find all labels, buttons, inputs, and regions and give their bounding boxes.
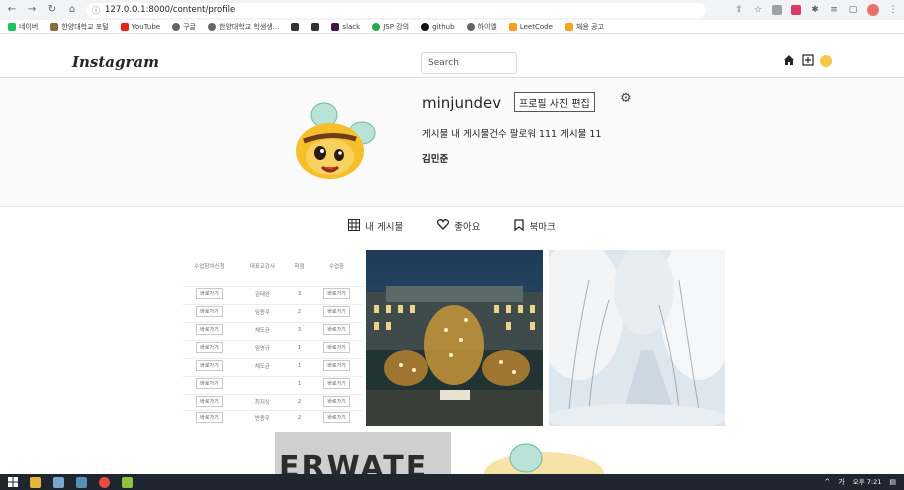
table-row: 바로가기 최지상 2 바로가기 (183, 394, 363, 408)
file-explorer-icon[interactable] (30, 476, 41, 488)
bookmark-item[interactable] (291, 22, 300, 31)
profile-tabs: 내 게시물 좋아요 북마크 (0, 218, 904, 234)
table-row: 바로가기 김태완 3 바로가기 (183, 286, 363, 300)
app-icon[interactable] (76, 476, 87, 488)
extension-icon[interactable] (772, 5, 782, 15)
reading-list-icon[interactable]: ≡ (829, 5, 839, 15)
bookmarks-bar: 네이버 한양대학교 포털 YouTube 구글 한양대학교 학생생... sla… (0, 20, 904, 34)
profile-avatar[interactable] (820, 54, 832, 67)
settings-icon[interactable]: ⚙ (620, 91, 632, 106)
notification-icon[interactable]: ▤ (889, 478, 896, 486)
table-header: 수업참여신청 대표교강사 학점 수업중 (194, 264, 345, 270)
post-thumbnail[interactable] (366, 250, 543, 426)
table-row: 바로가기 임영규 1 바로가기 (183, 340, 363, 354)
bookmark-item[interactable]: slack (331, 22, 360, 31)
menu-icon[interactable]: ⋮ (888, 5, 898, 15)
browser-toolbar: ← → ↻ ⌂ ⓘ 127.0.0.1:8000/content/profile… (0, 0, 904, 20)
instagram-logo[interactable]: Instagram (72, 53, 159, 71)
profile-picture[interactable] (282, 93, 382, 193)
instagram-navbar: Instagram (0, 44, 904, 78)
share-icon[interactable]: ⇪ (734, 5, 744, 15)
tab-my-posts[interactable]: 내 게시물 (348, 218, 403, 234)
table-row: 바로가기 1 바로가기 (183, 376, 363, 390)
bookmark-item[interactable]: 하이엘 (466, 22, 497, 32)
address-bar[interactable]: ⓘ 127.0.0.1:8000/content/profile (86, 2, 706, 18)
bookmark-item[interactable]: 채용 공고 (564, 22, 604, 32)
bookmark-item[interactable]: 한양대학교 학생생... (208, 22, 279, 32)
profile-stats: 게시물 내 게시물건수 팔로워 111 게시물 11 (422, 129, 602, 140)
profile-avatar[interactable] (867, 4, 879, 16)
nav-icons (782, 54, 832, 67)
star-icon[interactable]: ☆ (753, 5, 763, 15)
clock[interactable]: 오후 7:21 (853, 478, 882, 486)
post-thumbnail[interactable] (549, 250, 725, 426)
table-row: 바로가기 임종우 2 바로가기 (183, 304, 363, 318)
jsp-icon (372, 22, 381, 31)
reload-icon[interactable]: ↻ (46, 4, 58, 16)
heart-icon (437, 219, 450, 233)
bookmark-item[interactable]: LeetCode (508, 22, 553, 31)
puzzle-icon[interactable]: ✱ (810, 5, 820, 15)
bookmark-item[interactable]: JSP 강의 (372, 22, 409, 32)
job-icon (564, 22, 573, 31)
naver-icon (8, 22, 16, 31)
bookmark-item[interactable]: github (421, 22, 455, 31)
profile-header: minjundev 프로필 사진 편집 ⚙ 게시물 내 게시물건수 팔로워 11… (0, 79, 904, 207)
youtube-icon (120, 22, 129, 31)
table-row: 바로가기 반종우 2 바로가기 (183, 410, 363, 424)
edit-profile-photo-button[interactable]: 프로필 사진 편집 (514, 92, 595, 112)
os-taskbar: ^ 가 오후 7:21 ▤ (0, 474, 904, 490)
browser-actions: ⇪ ☆ ✱ ≡ ▢ ⋮ (734, 4, 898, 16)
leetcode-icon (508, 22, 517, 31)
system-tray: ^ 가 오후 7:21 ▤ (824, 477, 896, 487)
bookmark-item[interactable] (311, 22, 320, 31)
post-image-text: ERWATE (279, 450, 429, 474)
ime-indicator[interactable]: 가 (838, 477, 844, 487)
bookmark-item[interactable]: 한양대학교 포털 (50, 22, 109, 32)
app-icon[interactable] (53, 476, 64, 488)
app-icon[interactable] (122, 476, 133, 488)
add-post-icon[interactable] (801, 54, 814, 67)
school-icon (50, 22, 59, 31)
home-icon[interactable]: ⌂ (66, 4, 78, 16)
grid-icon (348, 218, 361, 234)
info-icon[interactable]: ⓘ (92, 5, 100, 16)
post-thumbnail[interactable]: ERWATE (275, 432, 451, 474)
globe-icon (172, 22, 181, 31)
forward-icon[interactable]: → (26, 4, 38, 16)
bookmark-item[interactable]: 네이버 (8, 22, 38, 32)
windows-start-icon[interactable] (8, 477, 18, 487)
tab-likes[interactable]: 좋아요 (437, 218, 480, 234)
home-icon[interactable] (782, 54, 795, 67)
bookmark-folder-icon (311, 22, 320, 31)
table-row: 바로가기 채도균 3 바로가기 (183, 322, 363, 336)
table-row: 바로가기 채도균 1 바로가기 (183, 358, 363, 372)
slack-icon (331, 22, 340, 31)
sidebar-icon[interactable]: ▢ (848, 5, 858, 15)
url-text: 127.0.0.1:8000/content/profile (105, 5, 236, 15)
back-icon[interactable]: ← (6, 4, 18, 16)
bookmark-item[interactable]: 구글 (172, 22, 196, 32)
bookmark-icon (514, 218, 525, 234)
bookmark-item[interactable]: YouTube (120, 22, 160, 31)
tray-expand-icon[interactable]: ^ (824, 478, 830, 486)
bookmark-folder-icon (291, 22, 300, 31)
extension-icon[interactable] (791, 5, 801, 15)
github-icon (421, 22, 430, 31)
profile-fullname: 김민준 (422, 154, 449, 165)
search-input[interactable] (421, 52, 517, 74)
chrome-icon[interactable] (99, 476, 110, 488)
globe-icon (466, 22, 475, 31)
post-thumbnail[interactable] (456, 432, 632, 474)
post-thumbnail[interactable]: 수업참여신청 대표교강사 학점 수업중 바로가기 김태완 3 바로가기 바로가기… (183, 250, 363, 426)
globe-icon (208, 22, 216, 31)
tab-bookmarks[interactable]: 북마크 (514, 218, 556, 234)
profile-username: minjundev (422, 94, 502, 112)
